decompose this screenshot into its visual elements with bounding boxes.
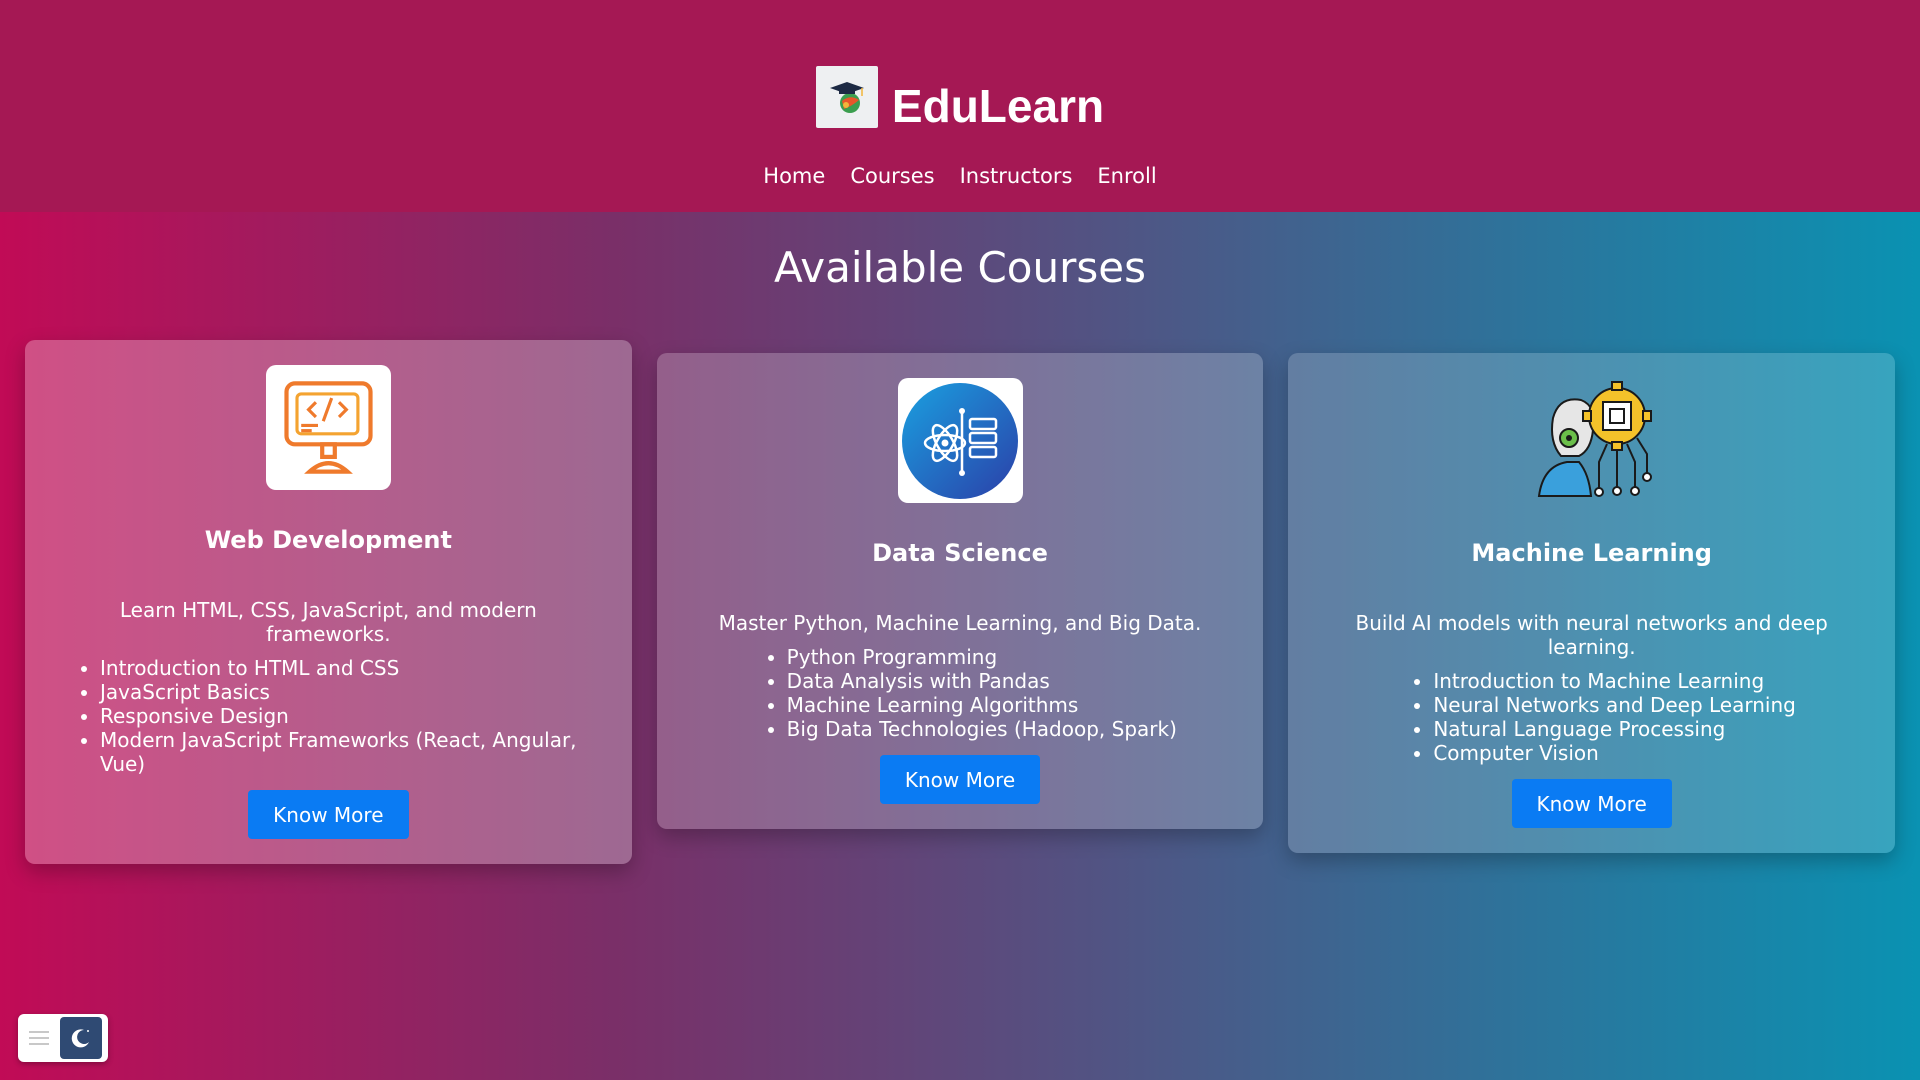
topic-item: Data Analysis with Pandas (787, 669, 1234, 693)
topic-list: Python Programming Data Analysis with Pa… (687, 645, 1234, 741)
topic-item: Introduction to Machine Learning (1433, 669, 1865, 693)
nav-instructors[interactable]: Instructors (960, 164, 1073, 188)
brand[interactable]: EduLearn (0, 57, 1920, 137)
course-description: Build AI models with neural networks and… (1355, 611, 1828, 659)
ai-brain-chip-icon (1529, 378, 1654, 503)
know-more-button[interactable]: Know More (1511, 779, 1672, 828)
topic-item: JavaScript Basics (100, 680, 602, 704)
nav-courses[interactable]: Courses (850, 164, 934, 188)
code-monitor-icon (265, 365, 391, 490)
know-more-button[interactable]: Know More (879, 755, 1041, 804)
atom-data-icon (897, 378, 1023, 503)
topic-item: Introduction to HTML and CSS (100, 656, 602, 680)
menu-icon[interactable] (18, 1030, 60, 1046)
logo-icon (815, 66, 878, 128)
main-nav: Home Courses Instructors Enroll (0, 164, 1920, 188)
topic-list: Introduction to HTML and CSS JavaScript … (55, 656, 602, 776)
site-header: EduLearn Home Courses Instructors Enroll (0, 0, 1920, 212)
course-title: Data Science (872, 539, 1048, 567)
topic-item: Responsive Design (100, 704, 602, 728)
brand-title: EduLearn (891, 80, 1105, 132)
topic-item: Natural Language Processing (1433, 717, 1865, 741)
topic-item: Python Programming (787, 645, 1234, 669)
course-title: Machine Learning (1471, 539, 1712, 567)
theme-toggle[interactable] (18, 1014, 108, 1062)
course-description: Learn HTML, CSS, JavaScript, and modern … (119, 598, 537, 646)
topic-item: Neural Networks and Deep Learning (1433, 693, 1865, 717)
topic-list: Introduction to Machine Learning Neural … (1318, 669, 1865, 765)
section-title: Available Courses (774, 243, 1146, 292)
course-list: Web Development Learn HTML, CSS, JavaScr… (25, 340, 1896, 864)
course-description: Master Python, Machine Learning, and Big… (718, 611, 1202, 635)
course-card-data-science: Data Science Master Python, Machine Lear… (656, 353, 1264, 829)
moon-icon[interactable] (60, 1017, 102, 1059)
course-title: Web Development (204, 526, 452, 554)
know-more-button[interactable]: Know More (248, 790, 409, 839)
topic-item: Computer Vision (1433, 741, 1865, 765)
topic-item: Modern JavaScript Frameworks (React, Ang… (100, 728, 602, 776)
course-card-machine-learning: Machine Learning Build AI models with ne… (1288, 353, 1896, 853)
topic-item: Machine Learning Algorithms (787, 693, 1234, 717)
nav-home[interactable]: Home (763, 164, 825, 188)
nav-enroll[interactable]: Enroll (1097, 164, 1156, 188)
topic-item: Big Data Technologies (Hadoop, Spark) (787, 717, 1234, 741)
course-card-web-development: Web Development Learn HTML, CSS, JavaScr… (25, 340, 632, 864)
